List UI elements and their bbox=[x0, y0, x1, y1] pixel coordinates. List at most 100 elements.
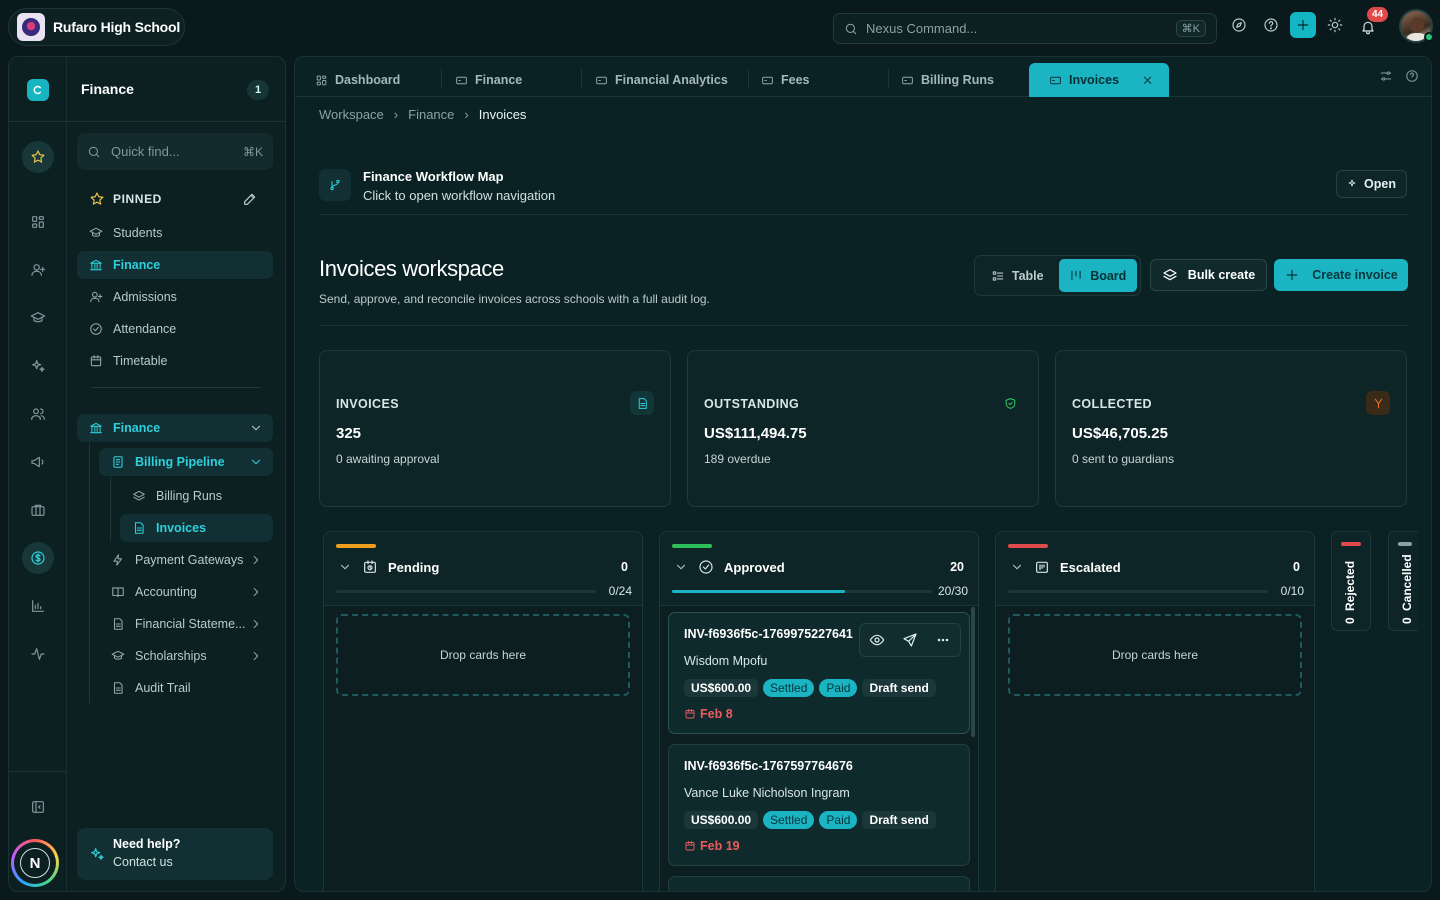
send-icon[interactable] bbox=[902, 632, 918, 648]
board-column-approved: Approved 20 20/30 INV-f6936f5c-176997522… bbox=[659, 531, 979, 891]
settings-sliders-icon[interactable] bbox=[1379, 69, 1393, 83]
tab-finance[interactable]: Finance bbox=[435, 63, 581, 97]
create-invoice-button[interactable]: Create invoice bbox=[1274, 259, 1408, 291]
rail-activity-icon[interactable] bbox=[22, 638, 54, 670]
invoice-card[interactable]: INV-f6936f5c-1769975227641 Wisdom Mpofu … bbox=[668, 612, 970, 734]
rail-academics-graduation-cap-icon[interactable] bbox=[22, 302, 54, 334]
command-search[interactable]: Nexus Command... ⌘K bbox=[833, 13, 1217, 44]
rail-finance-dollar-icon[interactable] bbox=[22, 542, 54, 574]
invoice-card[interactable] bbox=[668, 876, 970, 891]
sidebar-item-accounting[interactable]: Accounting bbox=[99, 578, 273, 606]
calendar-icon bbox=[1036, 561, 1048, 573]
stat-value: US$111,494.75 bbox=[704, 425, 807, 442]
help-icon[interactable] bbox=[1405, 69, 1419, 83]
rail-sparkles-icon[interactable] bbox=[22, 350, 54, 382]
merge-icon bbox=[1366, 391, 1390, 415]
clock-icon bbox=[364, 560, 376, 573]
column-scrollbar[interactable] bbox=[971, 607, 975, 737]
column-name: Pending bbox=[388, 560, 440, 575]
rail-megaphone-icon[interactable] bbox=[22, 446, 54, 478]
sidebar-item-payment-gateways[interactable]: Payment Gateways bbox=[99, 546, 273, 574]
chevron-down-icon[interactable] bbox=[338, 560, 352, 574]
sidebar-item-financial-statements[interactable]: Financial Stateme... bbox=[99, 610, 273, 638]
git-branch-icon bbox=[319, 169, 351, 201]
workflow-open-button[interactable]: Open bbox=[1336, 170, 1407, 198]
close-tab-icon[interactable]: ✕ bbox=[1142, 73, 1153, 89]
sidebar-item-label: Payment Gateways bbox=[135, 553, 244, 567]
app-rail bbox=[8, 56, 67, 892]
help-icon[interactable] bbox=[1258, 12, 1284, 38]
drop-zone[interactable]: Drop cards here bbox=[336, 614, 630, 696]
breadcrumb: Workspace › Finance › Invoices bbox=[319, 107, 526, 122]
user-menu-avatar[interactable]: N bbox=[11, 839, 59, 887]
rail-favorites-star-icon[interactable] bbox=[22, 141, 54, 173]
drop-zone[interactable]: Drop cards here bbox=[1008, 614, 1302, 696]
view-board-button[interactable]: Board bbox=[1058, 259, 1137, 292]
sidebar-item-students[interactable]: Students bbox=[77, 219, 273, 247]
sidebar-item-label: Scholarships bbox=[135, 649, 207, 663]
tab-fees[interactable]: Fees bbox=[741, 63, 887, 97]
tab-billing-runs[interactable]: Billing Runs bbox=[881, 63, 1027, 97]
theme-toggle-icon[interactable] bbox=[1322, 12, 1348, 38]
sidebar-item-finance-pinned[interactable]: Finance bbox=[77, 251, 273, 279]
book-icon bbox=[112, 587, 124, 598]
bulk-create-button[interactable]: Bulk create bbox=[1150, 259, 1267, 291]
sidebar-item-attendance[interactable]: Attendance bbox=[77, 315, 273, 343]
collapsed-column-count: 0 bbox=[1343, 617, 1357, 624]
pinned-header: PINNED bbox=[89, 191, 162, 207]
column-count: 20 bbox=[950, 560, 964, 574]
tab-dashboard[interactable]: Dashboard bbox=[295, 63, 441, 97]
list-icon bbox=[992, 270, 1004, 281]
rail-bar-chart-icon[interactable] bbox=[22, 590, 54, 622]
column-count: 0 bbox=[1293, 560, 1300, 574]
more-horizontal-icon[interactable] bbox=[935, 632, 951, 648]
rail-dashboard-grid-icon[interactable] bbox=[22, 206, 54, 238]
rail-collapse-sidebar-icon[interactable] bbox=[22, 791, 54, 823]
edit-pinned-pencil-icon[interactable] bbox=[242, 191, 258, 207]
chevron-down-icon bbox=[251, 425, 261, 431]
breadcrumb-workspace[interactable]: Workspace bbox=[319, 107, 384, 122]
quick-add-button[interactable] bbox=[1290, 12, 1316, 38]
chevron-down-icon[interactable] bbox=[1010, 560, 1024, 574]
collapsed-column-cancelled[interactable]: 0 Cancelled bbox=[1388, 531, 1418, 631]
chevron-right-icon: › bbox=[464, 107, 469, 122]
tab-label: Financial Analytics bbox=[615, 73, 728, 87]
sidebar-item-audit-trail[interactable]: Audit Trail bbox=[99, 674, 273, 702]
check-circle-icon bbox=[699, 560, 713, 574]
card-icon bbox=[456, 76, 467, 84]
sidebar-section-finance[interactable]: Finance bbox=[77, 414, 273, 442]
command-shortcut: ⌘K bbox=[1175, 20, 1206, 37]
rail-admissions-user-plus-icon[interactable] bbox=[22, 254, 54, 286]
sidebar-item-timetable[interactable]: Timetable bbox=[77, 347, 273, 375]
view-table-button[interactable]: Table bbox=[978, 259, 1057, 292]
rail-briefcase-icon[interactable] bbox=[22, 494, 54, 526]
chevron-down-icon[interactable] bbox=[674, 560, 688, 574]
rail-people-icon[interactable] bbox=[22, 398, 54, 430]
help-card[interactable]: Need help? Contact us bbox=[77, 828, 273, 880]
send-status-badge: Draft send bbox=[862, 811, 936, 829]
invoice-card[interactable]: INV-f6936f5c-1767597764676 Vance Luke Ni… bbox=[668, 744, 970, 866]
collapsed-column-rejected[interactable]: 0 Rejected bbox=[1331, 531, 1371, 631]
sidebar-group-billing-pipeline[interactable]: Billing Pipeline bbox=[99, 448, 273, 476]
card-icon bbox=[1050, 76, 1061, 84]
tab-financial-analytics[interactable]: Financial Analytics bbox=[575, 63, 741, 97]
column-ratio: 0/10 bbox=[1280, 584, 1304, 598]
due-date-text: Feb 8 bbox=[700, 707, 733, 721]
sidebar-item-invoices[interactable]: Invoices bbox=[120, 514, 273, 542]
compass-icon[interactable] bbox=[1226, 12, 1252, 38]
workflow-map-banner[interactable]: Finance Workflow Map Click to open workf… bbox=[319, 167, 1407, 215]
sidebar-item-label: Timetable bbox=[113, 354, 168, 368]
breadcrumb-finance[interactable]: Finance bbox=[408, 107, 454, 122]
quick-find-input[interactable]: Quick find... ⌘K bbox=[77, 133, 273, 170]
sidebar-item-billing-runs[interactable]: Billing Runs bbox=[120, 482, 273, 510]
invoice-amount: US$600.00 bbox=[684, 811, 759, 829]
eye-icon[interactable] bbox=[869, 632, 885, 648]
app-logo-icon[interactable] bbox=[27, 79, 49, 101]
tab-invoices[interactable]: Invoices ✕ bbox=[1029, 63, 1169, 97]
school-name: Rufaro High School bbox=[53, 19, 181, 35]
sidebar-item-label: Audit Trail bbox=[135, 681, 191, 695]
sidebar-item-scholarships[interactable]: Scholarships bbox=[99, 642, 273, 670]
column-body: Drop cards here bbox=[996, 605, 1314, 891]
school-switcher[interactable]: Rufaro High School bbox=[8, 8, 185, 46]
sidebar-item-admissions[interactable]: Admissions bbox=[77, 283, 273, 311]
